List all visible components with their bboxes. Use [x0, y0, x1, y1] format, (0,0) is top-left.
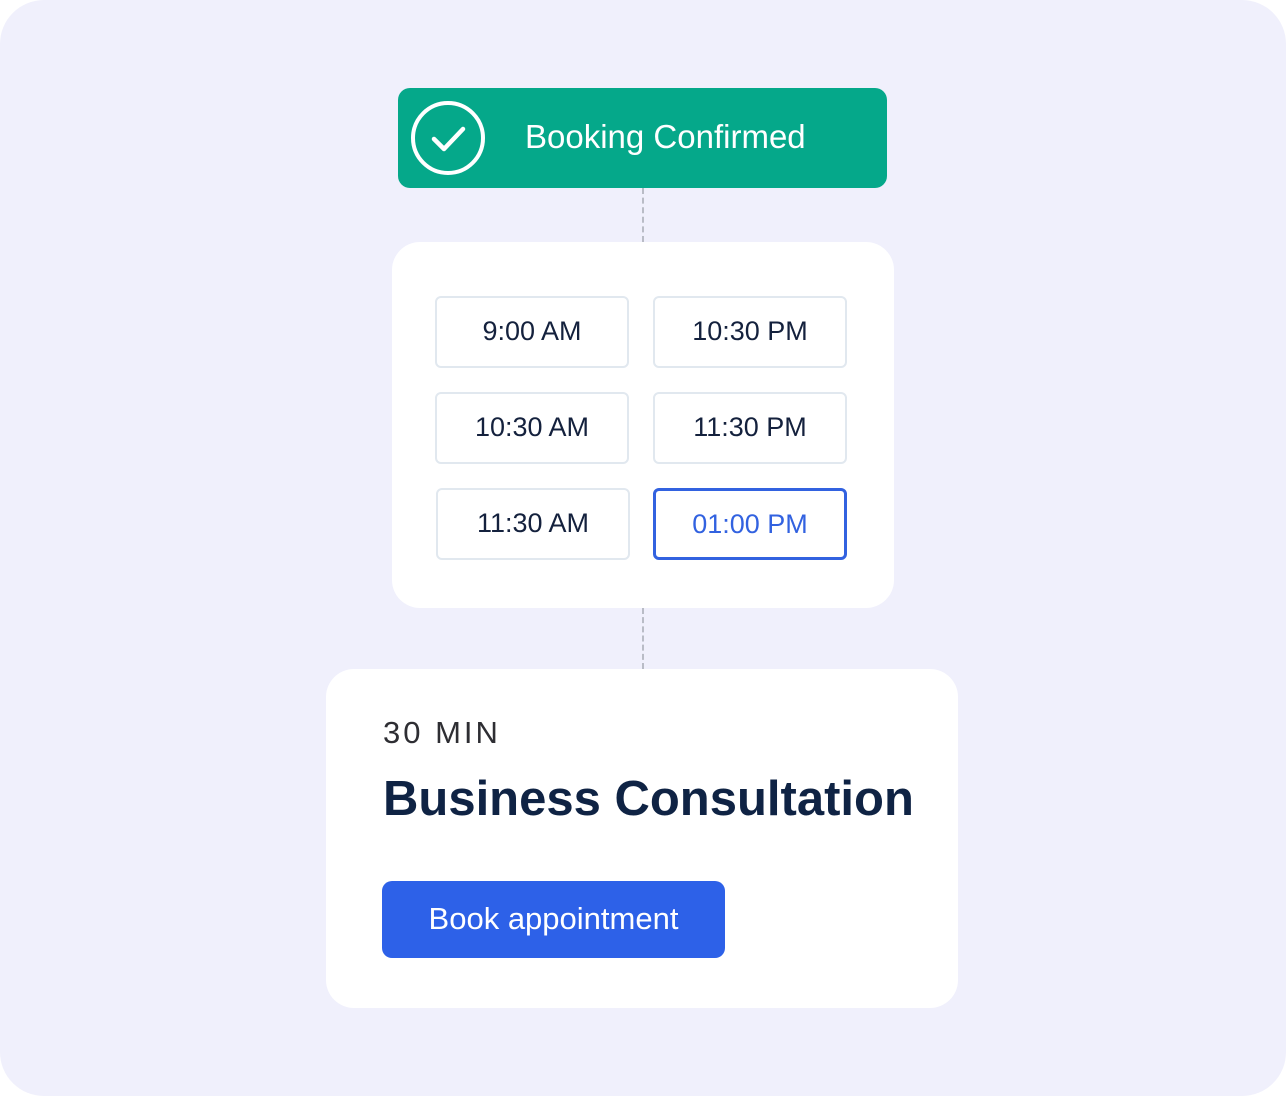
time-slots-card: 9:00 AM 10:30 PM 10:30 AM 11:30 PM 11:30… — [392, 242, 894, 608]
appointment-details-card: 30 MIN Business Consultation Book appoin… — [326, 669, 958, 1008]
connector-line-top — [642, 188, 644, 242]
time-slot-2[interactable]: 10:30 PM — [653, 296, 847, 368]
banner-title: Booking Confirmed — [525, 118, 806, 155]
time-slot-1[interactable]: 9:00 AM — [435, 296, 629, 368]
booking-confirmed-banner: Booking Confirmed — [398, 88, 887, 188]
time-slot-3[interactable]: 10:30 AM — [435, 392, 629, 464]
service-title: Business Consultation — [383, 772, 914, 826]
canvas-background: Booking Confirmed 9:00 AM 10:30 PM 10:30… — [0, 0, 1286, 1096]
check-circle-icon — [411, 101, 485, 175]
time-slot-4[interactable]: 11:30 PM — [653, 392, 847, 464]
time-slot-selected[interactable]: 01:00 PM — [653, 488, 847, 560]
duration-label: 30 MIN — [383, 715, 501, 750]
time-slot-5[interactable]: 11:30 AM — [436, 488, 630, 560]
book-appointment-button[interactable]: Book appointment — [382, 881, 725, 958]
connector-line-bottom — [642, 608, 644, 669]
